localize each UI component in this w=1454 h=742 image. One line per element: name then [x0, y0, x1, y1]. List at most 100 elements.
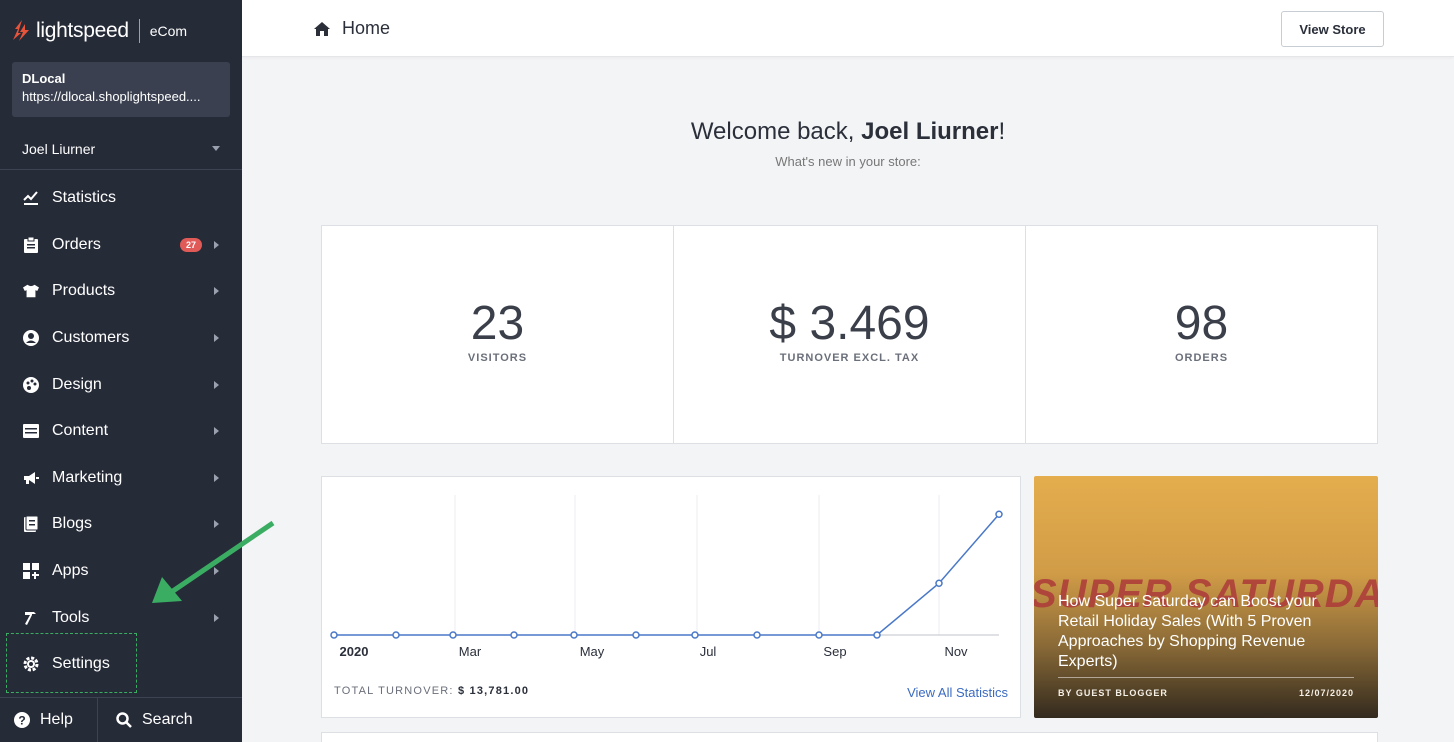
- sidebar-item-marketing[interactable]: Marketing: [0, 455, 242, 502]
- help-button[interactable]: ? Help: [0, 698, 98, 742]
- blog-title[interactable]: How Super Saturday can Boost your Retail…: [1058, 592, 1338, 672]
- sidebar-item-content[interactable]: Content: [0, 408, 242, 455]
- chevron-right-icon: [214, 613, 219, 622]
- data-point[interactable]: [995, 510, 1003, 518]
- data-point[interactable]: [691, 631, 699, 639]
- store-name: DLocal: [22, 71, 66, 86]
- user-menu[interactable]: Joel Liurner: [0, 128, 242, 170]
- kpi-value: 98: [1174, 297, 1229, 350]
- search-icon: [116, 712, 132, 728]
- sidebar-item-label: Marketing: [52, 468, 123, 486]
- x-tick-label: Sep: [823, 644, 846, 659]
- shirt-icon: [23, 283, 39, 299]
- user-name: Joel Liurner: [22, 140, 96, 157]
- content-icon: [23, 423, 39, 439]
- data-point[interactable]: [935, 579, 943, 587]
- chevron-right-icon: [214, 473, 219, 482]
- turnover-chart-card: 2020 Mar May Jul Sep Nov TOTAL TURNOVER: $ 13…: [321, 476, 1021, 718]
- kpi-visitors[interactable]: 23 VISITORS: [322, 226, 674, 443]
- store-switcher[interactable]: DLocal https://dlocal.shoplightspeed....: [12, 62, 230, 117]
- welcome-user-name: Joel Liurner: [861, 118, 999, 145]
- kpi-label: ORDERS: [1174, 352, 1229, 364]
- sidebar-nav: Statistics Orders 27 Products Customers: [0, 175, 242, 688]
- data-point[interactable]: [753, 631, 761, 639]
- kpi-panel: 23 VISITORS $ 3.469 TURNOVER EXCL. TAX 9…: [321, 225, 1378, 444]
- welcome-title: Welcome back, Joel Liurner!: [242, 118, 1454, 146]
- x-tick-label: 2020: [340, 644, 369, 659]
- kpi-label: TURNOVER EXCL. TAX: [779, 352, 920, 364]
- blog-divider: [1058, 677, 1354, 678]
- blog-date: 12/07/2020: [1298, 688, 1354, 698]
- search-button[interactable]: Search: [98, 698, 193, 742]
- hammer-icon: [23, 610, 39, 626]
- logo-divider: [138, 19, 140, 43]
- orders-count-badge: 27: [179, 237, 202, 252]
- x-tick-label: Jul: [700, 644, 717, 659]
- settings-highlight-box: [6, 633, 137, 693]
- chevron-right-icon: [214, 427, 219, 436]
- view-store-button[interactable]: View Store: [1281, 11, 1384, 47]
- kpi-label: VISITORS: [467, 352, 528, 364]
- sidebar-item-design[interactable]: Design: [0, 361, 242, 408]
- data-point[interactable]: [330, 631, 338, 639]
- sidebar-footer: ? Help Search: [0, 697, 242, 742]
- home-icon[interactable]: [314, 21, 330, 36]
- data-point[interactable]: [449, 631, 457, 639]
- sidebar-item-label: Customers: [52, 329, 130, 347]
- svg-text:?: ?: [18, 714, 25, 728]
- turnover-line-chart: 2020 Mar May Jul Sep Nov: [330, 495, 1003, 659]
- sidebar-item-label: Design: [52, 375, 102, 393]
- megaphone-icon: [23, 470, 39, 486]
- data-point[interactable]: [510, 631, 518, 639]
- breadcrumb-current: Home: [342, 18, 391, 38]
- sidebar-item-label: Blogs: [52, 515, 93, 533]
- apps-icon: [23, 563, 39, 580]
- welcome-prefix: Welcome back,: [690, 118, 862, 145]
- data-point[interactable]: [873, 631, 881, 639]
- total-turnover-label: TOTAL TURNOVER:: [334, 685, 454, 697]
- chevron-right-icon: [214, 380, 219, 389]
- brand-name: lightspeed: [36, 19, 129, 42]
- search-label: Search: [142, 711, 193, 728]
- data-point[interactable]: [570, 631, 578, 639]
- chevron-right-icon: [214, 334, 219, 343]
- sidebar-item-label: Orders: [52, 235, 101, 253]
- sidebar-item-orders[interactable]: Orders 27: [0, 222, 242, 269]
- data-point[interactable]: [392, 631, 400, 639]
- flame-logo-icon: [13, 20, 29, 41]
- sidebar: lightspeed eCom DLocal https://dlocal.sh…: [0, 0, 242, 742]
- x-tick-label: Mar: [459, 644, 482, 659]
- data-point[interactable]: [632, 631, 640, 639]
- data-point[interactable]: [815, 631, 823, 639]
- sidebar-item-statistics[interactable]: Statistics: [0, 175, 242, 222]
- sidebar-item-label: Statistics: [52, 189, 117, 207]
- kpi-turnover[interactable]: $ 3.469 TURNOVER EXCL. TAX: [674, 226, 1026, 443]
- welcome-subtitle: What's new in your store:: [775, 154, 921, 169]
- breadcrumb: Home: [314, 18, 390, 39]
- sidebar-item-label: Products: [52, 282, 116, 300]
- top-bar: Home View Store: [242, 0, 1454, 57]
- clipboard-icon: [23, 236, 39, 253]
- x-tick-label: Nov: [944, 644, 968, 659]
- blog-author: BY GUEST BLOGGER: [1058, 688, 1168, 698]
- view-all-statistics-link[interactable]: View All Statistics: [907, 685, 1008, 700]
- x-tick-label: May: [580, 644, 605, 659]
- kpi-value: 23: [470, 297, 525, 350]
- sidebar-item-customers[interactable]: Customers: [0, 315, 242, 362]
- blog-post-card[interactable]: SUPER SATURDAY How Super Saturday can Bo…: [1034, 476, 1378, 718]
- chart-icon: [23, 190, 39, 206]
- annotation-arrow-icon: [152, 520, 275, 603]
- next-card: [321, 732, 1378, 742]
- sidebar-item-label: Apps: [52, 562, 89, 580]
- blog-icon: [23, 516, 39, 533]
- palette-icon: [23, 376, 39, 393]
- sidebar-item-label: Tools: [52, 608, 90, 626]
- sidebar-item-products[interactable]: Products: [0, 268, 242, 315]
- sidebar-item-label: Content: [52, 422, 109, 440]
- series-line: [334, 513, 1000, 636]
- welcome-section: Welcome back, Joel Liurner! What's new i…: [242, 118, 1454, 169]
- welcome-suffix: !: [998, 118, 1006, 145]
- brand-logo[interactable]: lightspeed eCom: [0, 0, 242, 62]
- kpi-orders[interactable]: 98 ORDERS: [1026, 226, 1377, 443]
- chevron-down-icon: [212, 146, 220, 151]
